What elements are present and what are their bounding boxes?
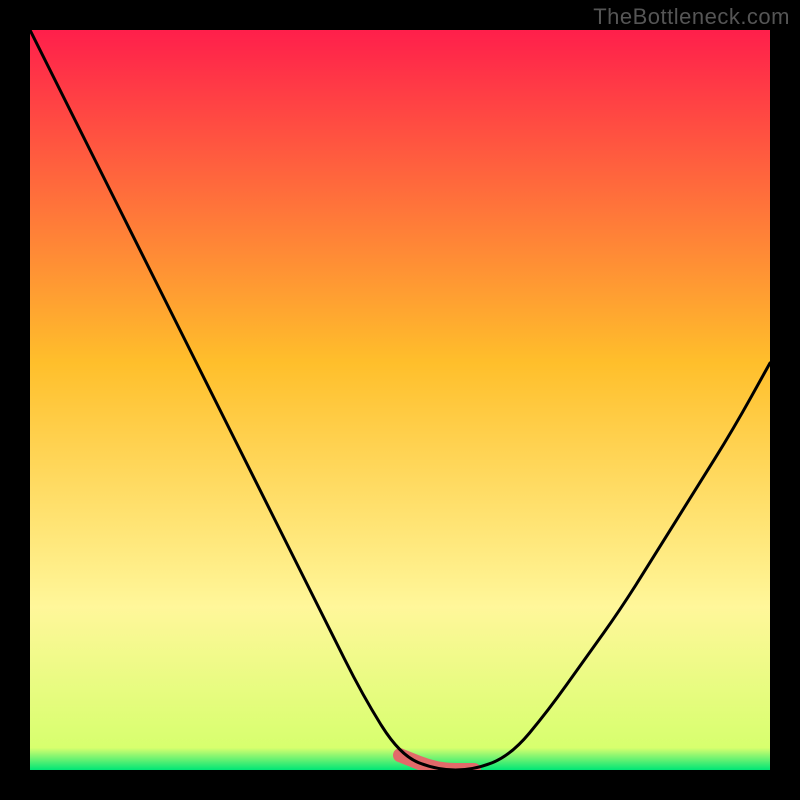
chart-svg	[30, 30, 770, 770]
plot-area	[30, 30, 770, 770]
watermark-text: TheBottleneck.com	[593, 4, 790, 30]
chart-frame: TheBottleneck.com	[0, 0, 800, 800]
gradient-background	[30, 30, 770, 770]
